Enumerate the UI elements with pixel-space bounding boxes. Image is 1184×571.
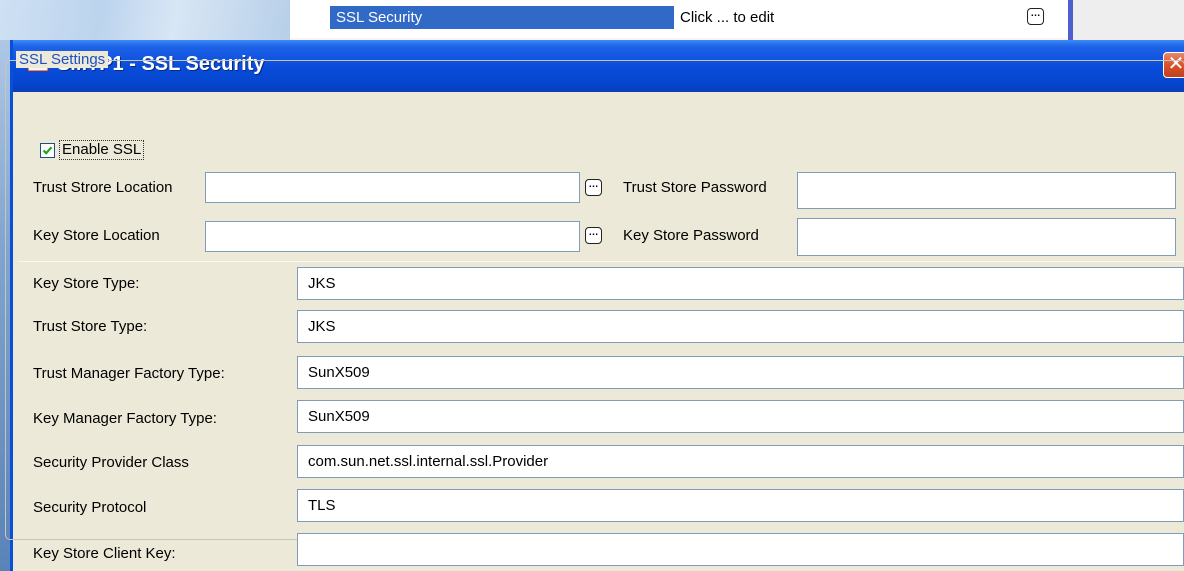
property-edit-button[interactable]: … bbox=[1027, 8, 1044, 25]
ssl-settings-group-title: SSL Settings bbox=[16, 51, 109, 68]
row-divider bbox=[18, 261, 1184, 262]
trust-store-type-input[interactable]: JKS bbox=[297, 310, 1184, 343]
key-store-password-label: Key Store Password bbox=[623, 227, 759, 244]
security-provider-class-label: Security Provider Class bbox=[33, 454, 189, 471]
key-store-browse-button[interactable]: … bbox=[585, 227, 602, 244]
enable-ssl-checkbox-row[interactable]: Enable SSL bbox=[40, 140, 145, 160]
key-store-client-key-label: Key Store Client Key: bbox=[33, 545, 176, 562]
key-manager-factory-type-label: Key Manager Factory Type: bbox=[33, 410, 217, 427]
security-protocol-label: Security Protocol bbox=[33, 499, 147, 516]
key-store-password-input[interactable] bbox=[797, 218, 1176, 256]
key-store-location-input[interactable] bbox=[205, 221, 580, 252]
enable-ssl-label[interactable]: Enable SSL bbox=[59, 140, 145, 160]
key-store-type-label: Key Store Type: bbox=[33, 275, 140, 292]
property-name-ssl-security[interactable]: SSL Security bbox=[330, 6, 674, 29]
trust-store-type-label: Trust Store Type: bbox=[33, 318, 148, 335]
key-store-location-label: Key Store Location bbox=[33, 227, 160, 244]
trust-manager-factory-type-label: Trust Manager Factory Type: bbox=[33, 365, 225, 382]
key-manager-factory-type-input[interactable]: SunX509 bbox=[297, 400, 1184, 433]
key-store-type-input[interactable]: JKS bbox=[297, 267, 1184, 300]
trust-store-location-input[interactable] bbox=[205, 172, 580, 203]
security-protocol-input[interactable]: TLS bbox=[297, 489, 1184, 522]
trust-store-password-label: Trust Store Password bbox=[623, 179, 767, 196]
security-provider-class-input[interactable]: com.sun.net.ssl.internal.ssl.Provider bbox=[297, 445, 1184, 478]
desktop-background bbox=[0, 0, 290, 40]
trust-store-location-label: Trust Strore Location bbox=[33, 179, 173, 196]
key-store-client-key-input[interactable] bbox=[297, 533, 1184, 566]
trust-manager-factory-type-input[interactable]: SunX509 bbox=[297, 356, 1184, 389]
trust-store-browse-button[interactable]: … bbox=[585, 179, 602, 196]
property-value[interactable]: Click ... to edit bbox=[678, 6, 1020, 29]
grid-right-panel bbox=[1073, 0, 1184, 40]
enable-ssl-checkbox[interactable] bbox=[40, 142, 55, 158]
trust-store-password-input[interactable] bbox=[797, 172, 1176, 209]
checkmark-icon bbox=[42, 145, 53, 155]
